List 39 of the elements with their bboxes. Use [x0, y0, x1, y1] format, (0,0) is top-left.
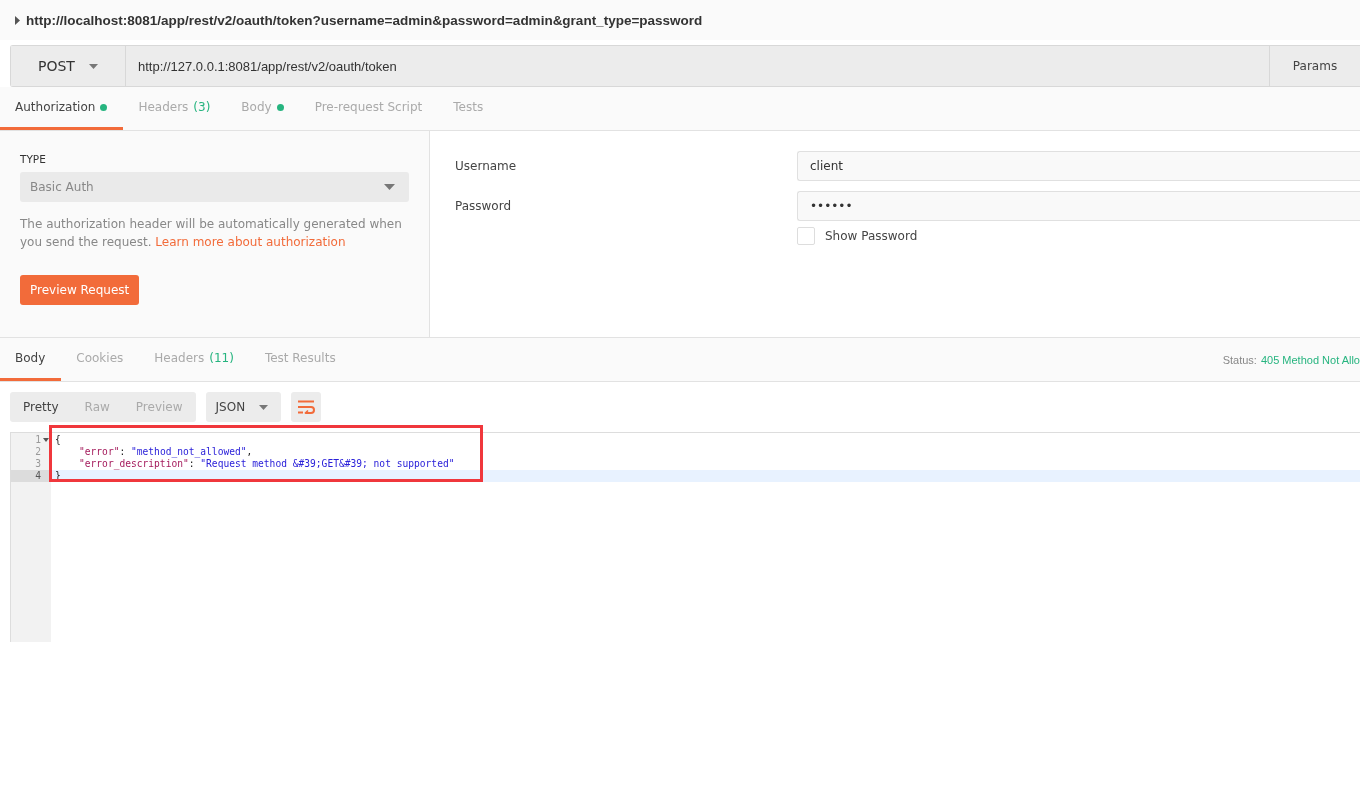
- field-label: Password: [455, 199, 513, 213]
- response-tab[interactable]: Headers (11): [139, 338, 250, 381]
- request-tab[interactable]: Headers (3): [123, 87, 227, 130]
- auth-description: The authorization header will be automatically generated when you send the request. Learn more about authorization: [20, 216, 403, 251]
- learn-more-link[interactable]: Learn more about authorization: [155, 235, 346, 249]
- line-number: 2: [35, 446, 41, 458]
- caret-icon: [259, 404, 269, 410]
- auth-type-dropdown[interactable]: Basic Auth: [20, 172, 409, 202]
- request-tab[interactable]: Pre-request Script: [299, 87, 439, 130]
- caret-icon: [384, 184, 395, 190]
- wrap-lines-icon: [297, 400, 316, 414]
- input-field[interactable]: client: [797, 151, 1360, 181]
- view-mode-button[interactable]: Pretty: [10, 392, 72, 422]
- wrap-button[interactable]: [291, 392, 322, 422]
- line-number: 4: [35, 470, 41, 482]
- preview-request-button[interactable]: Preview Request: [20, 275, 140, 305]
- line-number: 3: [35, 458, 41, 470]
- view-mode-button[interactable]: Raw: [71, 392, 123, 422]
- code-line: {: [55, 434, 61, 445]
- expand-icon[interactable]: [15, 15, 20, 25]
- format-dropdown[interactable]: JSON: [205, 392, 282, 422]
- code-line: "error": "method_not_allowed",: [79, 446, 253, 457]
- field-label: Username: [455, 159, 518, 173]
- request-title: http://localhost:8081/app/rest/v2/oauth/token?username=admin&password=admin&grant_type=password: [26, 12, 703, 28]
- status-label: Status:: [1222, 353, 1257, 366]
- input-field[interactable]: ••••••: [797, 191, 1360, 221]
- request-tab[interactable]: Tests: [438, 87, 500, 130]
- show-password-checkbox[interactable]: [797, 227, 815, 245]
- type-label: TYPE: [20, 153, 47, 165]
- view-mode-button[interactable]: Preview: [122, 392, 196, 422]
- show-password-label: Show Password: [825, 229, 918, 243]
- code-line: "error_description": "Request method &#39;GET&#39; not supported": [79, 458, 455, 469]
- response-tab[interactable]: Body: [0, 338, 62, 381]
- request-tab[interactable]: Body: [226, 87, 300, 130]
- response-tab[interactable]: Test Results: [249, 338, 352, 381]
- status-value: 405 Method Not Allo: [1260, 353, 1360, 366]
- response-tab[interactable]: Cookies: [61, 338, 140, 381]
- line-number: 1: [35, 434, 41, 446]
- fold-icon[interactable]: [43, 438, 49, 442]
